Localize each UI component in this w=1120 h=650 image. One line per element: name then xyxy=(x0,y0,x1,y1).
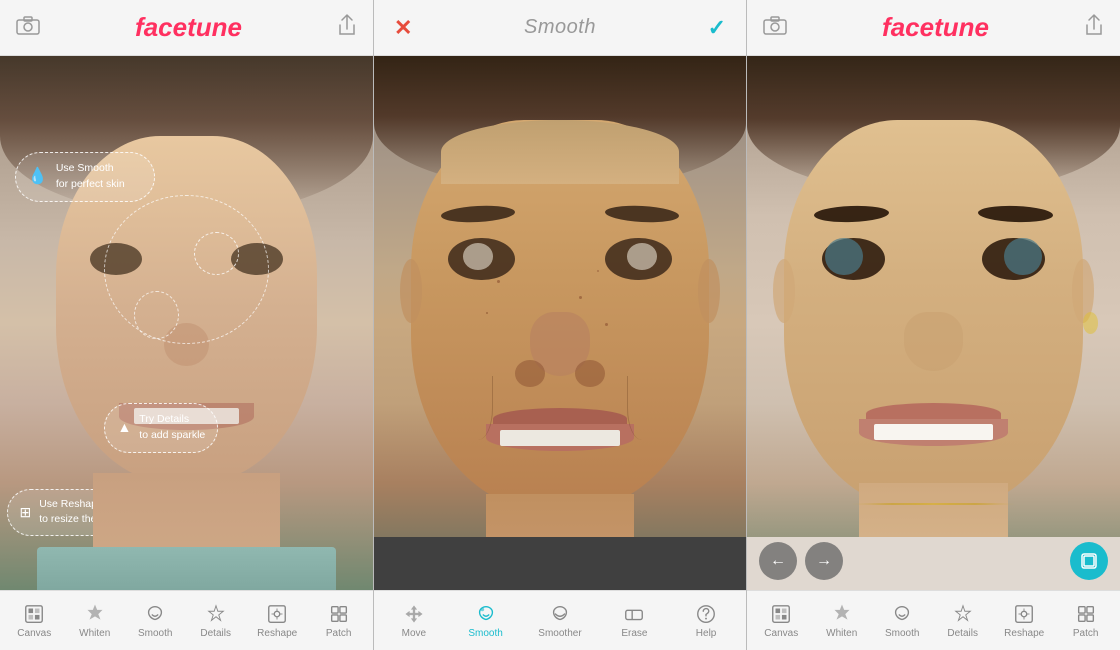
tool-details-label-right: Details xyxy=(947,628,978,639)
nav-forward-button[interactable]: → xyxy=(805,542,843,580)
tool-smooth-label-middle: Smooth xyxy=(468,628,502,639)
middle-panel: ✕ Smooth ✓ xyxy=(373,0,747,650)
tool-whiten-right[interactable]: Whiten xyxy=(817,599,867,643)
tool-reshape-right[interactable]: Reshape xyxy=(998,599,1050,643)
smooth-annotation: 💧 Use Smooth for perfect skin xyxy=(15,152,155,202)
tool-erase[interactable]: Erase xyxy=(609,599,659,643)
tool-canvas-right[interactable]: Canvas xyxy=(756,599,806,643)
tool-help-label: Help xyxy=(696,628,717,639)
share-icon-left[interactable] xyxy=(337,13,357,43)
tool-whiten-label-right: Whiten xyxy=(826,628,857,639)
tool-details-label-left: Details xyxy=(200,628,231,639)
nav-arrows: ← → xyxy=(759,542,843,580)
left-photo: 💧 Use Smooth for perfect skin ▲ Try Deta… xyxy=(0,56,373,590)
right-panel: facetune xyxy=(747,0,1120,650)
details-annotation: ▲ Try Details to add sparkle xyxy=(104,403,218,453)
tool-move[interactable]: Move xyxy=(389,599,439,643)
nav-back-button[interactable]: ← xyxy=(759,542,797,580)
tool-details-right[interactable]: Details xyxy=(938,599,988,643)
cancel-button[interactable]: ✕ xyxy=(394,15,412,41)
tool-patch-right[interactable]: Patch xyxy=(1061,599,1111,643)
tool-patch-label-right: Patch xyxy=(1073,628,1099,639)
share-icon-right[interactable] xyxy=(1084,13,1104,43)
tool-smooth-right[interactable]: Smooth xyxy=(877,599,927,643)
left-header: facetune xyxy=(0,0,373,56)
layers-button[interactable] xyxy=(1070,542,1108,580)
tool-smoother-label: Smoother xyxy=(538,628,581,639)
tool-smoother[interactable]: Smoother xyxy=(532,599,587,643)
tool-details-left[interactable]: Details xyxy=(191,599,241,643)
tool-canvas-label-right: Canvas xyxy=(764,628,798,639)
left-panel: facetune xyxy=(0,0,373,650)
tool-smooth-left[interactable]: Smooth xyxy=(130,599,180,643)
tool-reshape-label-right: Reshape xyxy=(1004,628,1044,639)
confirm-button[interactable]: ✓ xyxy=(708,15,726,41)
tool-whiten-label-left: Whiten xyxy=(79,628,110,639)
tool-smooth-label-left: Smooth xyxy=(138,628,172,639)
middle-photo[interactable] xyxy=(374,56,746,590)
camera-icon-left[interactable] xyxy=(16,15,40,41)
tool-smooth-middle[interactable]: Smooth xyxy=(461,599,511,643)
middle-header: ✕ Smooth ✓ xyxy=(374,0,746,56)
tool-canvas-label-left: Canvas xyxy=(17,628,51,639)
tool-patch-label-left: Patch xyxy=(326,628,352,639)
tool-patch-left[interactable]: Patch xyxy=(314,599,364,643)
tool-reshape-label-left: Reshape xyxy=(257,628,297,639)
smooth-title: Smooth xyxy=(524,16,596,39)
tool-move-label: Move xyxy=(402,628,426,639)
right-header: facetune xyxy=(747,0,1120,56)
camera-icon-right[interactable] xyxy=(763,15,787,41)
left-toolbar: Canvas Whiten Smooth Details Reshape Pat… xyxy=(0,590,373,650)
tool-canvas-left[interactable]: Canvas xyxy=(9,599,59,643)
right-photo: ← → xyxy=(747,56,1120,590)
tool-help[interactable]: Help xyxy=(681,599,731,643)
logo-left: facetune xyxy=(135,12,242,43)
tool-whiten-left[interactable]: Whiten xyxy=(70,599,120,643)
tool-reshape-left[interactable]: Reshape xyxy=(251,599,303,643)
tool-erase-label: Erase xyxy=(621,628,647,639)
tool-smooth-label-right: Smooth xyxy=(885,628,919,639)
right-toolbar: Canvas Whiten Smooth Details Reshape Pat… xyxy=(747,590,1120,650)
logo-right: facetune xyxy=(882,12,989,43)
middle-toolbar: Move Smooth Smoother Erase Help xyxy=(374,590,746,650)
